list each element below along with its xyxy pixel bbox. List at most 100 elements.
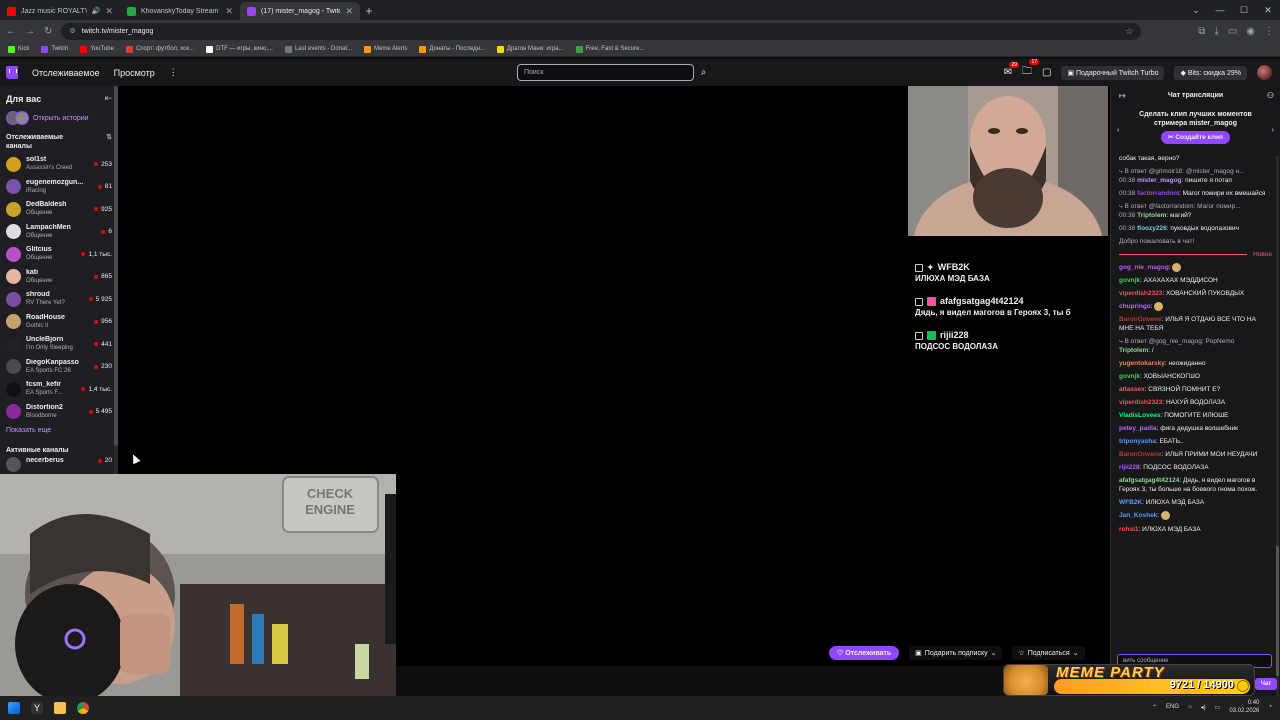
sidebar-channel[interactable]: Distortion2 Bloodborne 5 495 — [0, 401, 118, 424]
chat-username[interactable]: VladisLovees — [1119, 412, 1161, 419]
collapse-sidebar-icon[interactable]: ⇤ — [104, 93, 112, 104]
language-indicator[interactable]: ENG — [1166, 704, 1179, 710]
bookmark-item[interactable]: Meme Alerts — [364, 45, 407, 53]
sidebar-channel[interactable]: kati Общение 865 — [0, 266, 118, 289]
chat-username[interactable]: yugentokarsky — [1119, 360, 1165, 367]
bookmark-item[interactable]: Free, Fast & Secure... — [575, 45, 644, 53]
bookmark-item[interactable]: DTF — игры, кино,... — [206, 45, 273, 53]
show-more-link[interactable]: Показать еще — [0, 423, 118, 434]
site-info-icon[interactable]: ⚙ — [69, 27, 75, 35]
chat-username[interactable]: viperdish2323 — [1119, 399, 1162, 406]
sidebar-channel[interactable]: fcsm_kefir EA Sports F... 1,4 тыс. — [0, 378, 118, 401]
subscribe-button[interactable]: ☆ Подписаться ⌄ — [1012, 646, 1085, 660]
bookmark-item[interactable]: Last events - Donat... — [284, 45, 352, 53]
sidebar-channel[interactable]: UncleBjorn I'm Only Sleeping 441 — [0, 333, 118, 356]
bookmark-item[interactable]: Twitch — [41, 45, 68, 53]
chat-username[interactable]: viperdish2323 — [1119, 290, 1162, 297]
minimize-button[interactable]: — — [1208, 0, 1232, 20]
chat-username[interactable]: floozy226 — [1137, 225, 1167, 232]
profile-icon[interactable]: ◉ — [1246, 26, 1255, 37]
sidebar-channel[interactable]: DiegoKanpasso EA Sports FC 26 230 — [0, 356, 118, 379]
chat-username[interactable]: mister_magog — [1137, 177, 1181, 184]
nav-more-icon[interactable]: ⋮ — [169, 67, 178, 78]
file-explorer-icon[interactable] — [54, 702, 66, 714]
browser-tab-1[interactable]: Jazz music ROYALTY FREE Ⅱ 🔊 ✕ — [0, 2, 120, 20]
sidebar-channel[interactable]: LampachMen Общение 6 — [0, 221, 118, 244]
nav-browse-link[interactable]: Просмотр — [114, 68, 155, 78]
nav-following-link[interactable]: Отслеживаемое — [32, 68, 100, 78]
chat-username[interactable]: govnjk — [1119, 277, 1140, 284]
close-window-button[interactable]: ✕ — [1256, 0, 1280, 20]
reload-icon[interactable]: ↻ — [44, 26, 52, 37]
user-avatar[interactable] — [1257, 65, 1272, 80]
search-icon[interactable]: ⌕ — [696, 64, 711, 81]
create-clip-button[interactable]: ✂ Создайте клип — [1161, 131, 1230, 144]
extensions-icon[interactable]: ⧉ — [1198, 26, 1205, 37]
chat-username[interactable]: BaronOnvene — [1119, 451, 1162, 458]
sidebar-channel[interactable]: eugenemozgun... iRacing 81 — [0, 176, 118, 199]
chat-username[interactable]: afafgsatgag4t42124 — [1119, 477, 1179, 484]
forward-arrow-icon[interactable]: → — [25, 26, 35, 37]
chat-username[interactable]: triponyasha — [1119, 438, 1156, 445]
downloads-icon[interactable]: ⤓ — [1214, 26, 1218, 37]
chat-send-button[interactable]: Чат — [1255, 678, 1277, 690]
chat-users-icon[interactable]: ⚇ — [1267, 91, 1274, 100]
sort-icon[interactable]: ⇅ — [106, 133, 112, 151]
back-arrow-icon[interactable]: ← — [6, 26, 16, 37]
bookmark-item[interactable]: YouTube — [80, 45, 114, 53]
bookmark-item[interactable]: Донаты - Последн... — [419, 45, 485, 53]
chat-username[interactable]: BaronOnvene — [1119, 316, 1162, 323]
bookmark-item[interactable]: Kick — [8, 45, 29, 53]
sidebar-channel[interactable]: necerberus 20 — [0, 457, 118, 472]
sidebar-channel[interactable]: shroud RV There Yet? 5 925 — [0, 288, 118, 311]
sidebar-channel[interactable]: sol1st Assassin's Creed 253 — [0, 153, 118, 176]
bits-discount-button[interactable]: ◆ Bits: скидка 29% — [1174, 65, 1247, 80]
menu-kebab-icon[interactable]: ⋮ — [1264, 26, 1274, 37]
inbox-icon[interactable]: 🗀 17 — [1022, 59, 1039, 81]
chevron-left-icon[interactable]: ‹ — [1117, 126, 1119, 135]
chat-scrollbar[interactable] — [1276, 156, 1279, 696]
yandex-browser-icon[interactable]: Y — [31, 702, 43, 714]
sidebar-channel[interactable]: RoadHouse Gothic II 956 — [0, 311, 118, 334]
browser-tab-3[interactable]: (17) mister_magog - Twitch ✕ — [240, 2, 360, 20]
chrome-icon[interactable] — [77, 702, 89, 714]
chat-username[interactable]: Triptolem — [1137, 212, 1166, 219]
chat-username[interactable]: WFB2K — [1119, 499, 1142, 506]
bookmark-item[interactable]: Спорт: футбол, хок... — [125, 45, 194, 53]
close-tab-icon[interactable]: ✕ — [225, 6, 233, 17]
follow-button[interactable]: ♡ Отслеживать — [829, 646, 900, 660]
chat-username[interactable]: rijii228 — [1119, 464, 1140, 471]
chevron-right-icon[interactable]: › — [1272, 126, 1274, 135]
collapse-chat-icon[interactable]: ↦ — [1119, 91, 1126, 100]
close-tab-icon[interactable]: ✕ — [105, 6, 113, 17]
chat-username[interactable]: factorrandom — [1137, 190, 1179, 197]
maximize-button[interactable]: ☐ — [1232, 0, 1256, 20]
close-tab-icon[interactable]: ✕ — [345, 6, 353, 17]
clock[interactable]: 0:40 03.02.2026 — [1229, 699, 1259, 715]
chat-username[interactable]: Triptolem — [1119, 347, 1148, 354]
chat-username[interactable]: Jan_Koshek — [1119, 513, 1157, 520]
chat-username[interactable]: govnjk — [1119, 373, 1140, 380]
new-tab-button[interactable]: + — [360, 2, 378, 20]
chat-username[interactable]: gog_nie_magog — [1119, 264, 1169, 271]
notifications-icon[interactable]: ✉ 29 — [1004, 62, 1019, 78]
chat-username[interactable]: rohsi1 — [1119, 526, 1139, 533]
volume-icon[interactable]: ◂) — [1201, 704, 1206, 711]
sidebar-channel[interactable]: DedBaldesh Общение 925 — [0, 198, 118, 221]
gift-sub-button[interactable]: ▣ Подарить подписку ⌄ — [909, 646, 1003, 660]
windows-start-icon[interactable] — [8, 702, 20, 714]
sidebar-channel[interactable]: Glitcius Общение 1,1 тыс. — [0, 243, 118, 266]
chat-username[interactable]: atlassex — [1119, 386, 1145, 393]
bookmark-star-icon[interactable]: ☆ — [1125, 26, 1133, 37]
search-input[interactable]: Поиск — [517, 64, 694, 81]
battery-icon[interactable]: ▭ — [1215, 704, 1221, 711]
gift-turbo-button[interactable]: ▣ Подарочный Twitch Turbo — [1061, 65, 1165, 80]
bookmark-item[interactable]: Драгон Мани: игра... — [496, 45, 564, 53]
tab-search-icon[interactable]: ⌄ — [1184, 0, 1208, 20]
tray-overflow-icon[interactable]: ⌃ — [1152, 704, 1157, 711]
split-view-icon[interactable]: ▭ — [1228, 26, 1237, 37]
twitch-logo-icon[interactable] — [6, 66, 18, 79]
stories-button[interactable]: Открыть истории — [0, 104, 118, 125]
chat-username[interactable]: chupringo — [1119, 303, 1151, 310]
chat-username[interactable]: petey_padla — [1119, 425, 1157, 432]
